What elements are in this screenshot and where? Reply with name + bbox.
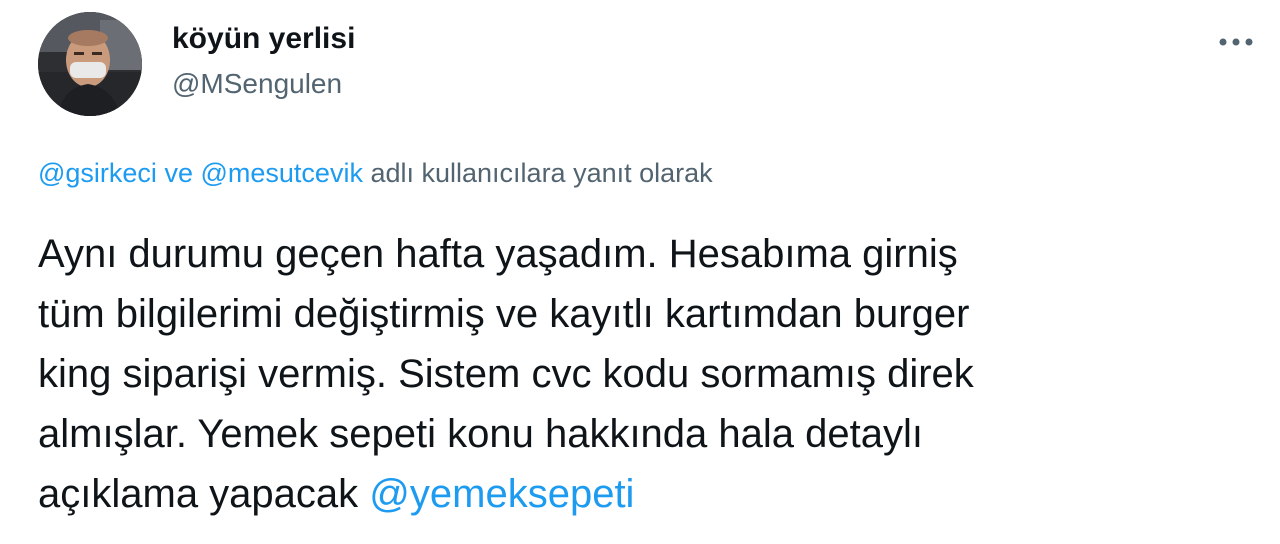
tweet-text-last-prefix: açıklama yapacak xyxy=(38,472,359,516)
avatar[interactable] xyxy=(38,12,142,116)
user-handle[interactable]: @MSengulen xyxy=(172,68,342,100)
tweet-text-line: king siparişi vermiş. Sistem cvc kodu so… xyxy=(38,352,974,396)
reply-suffix: adlı kullanıcılara yanıt olarak xyxy=(370,158,713,188)
more-options-button[interactable] xyxy=(1214,22,1258,62)
reply-mention-gsirkeci[interactable]: @gsirkeci xyxy=(38,158,157,188)
reply-conjunction: ve xyxy=(164,158,193,188)
tweet-text: Aynı durumu geçen hafta yaşadım. Hesabım… xyxy=(38,224,1238,524)
profile-photo-icon xyxy=(38,12,142,116)
tweet-text-line: Aynı durumu geçen hafta yaşadım. Hesabım… xyxy=(38,232,958,276)
replying-to: @gsirkeci ve @mesutcevik adlı kullanıcıl… xyxy=(38,158,713,189)
tweet-text-line: açıklama yapacak @yemeksepeti xyxy=(38,464,1238,524)
display-name[interactable]: köyün yerlisi xyxy=(172,22,355,56)
more-horizontal-icon xyxy=(1219,38,1253,46)
tweet-card[interactable]: köyün yerlisi @MSengulen @gsirkeci ve @m… xyxy=(0,0,1280,544)
reply-mention-mesutcevik[interactable]: @mesutcevik xyxy=(201,158,363,188)
tweet-text-line: almışlar. Yemek sepeti konu hakkında hal… xyxy=(38,412,923,456)
mention-yemeksepeti[interactable]: @yemeksepeti xyxy=(369,472,634,516)
tweet-text-line: tüm bilgilerimi değiştirmiş ve kayıtlı k… xyxy=(38,292,970,336)
